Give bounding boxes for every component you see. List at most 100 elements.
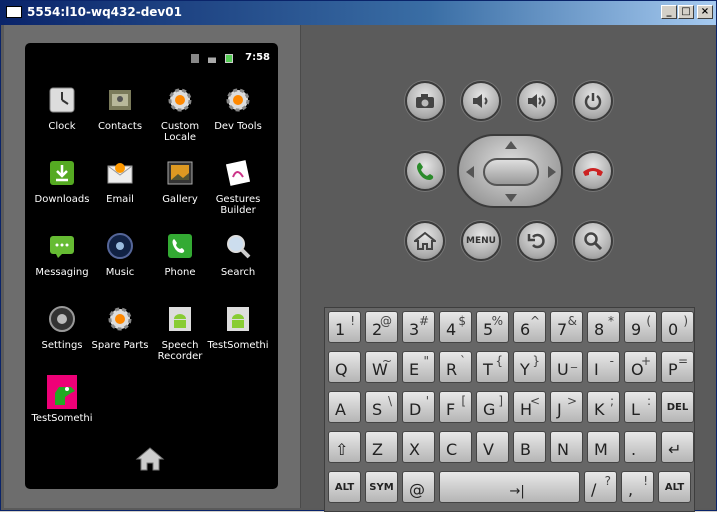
app-label: Music bbox=[105, 267, 135, 278]
key-a[interactable]: A bbox=[328, 391, 361, 423]
key-c[interactable]: C bbox=[439, 431, 472, 463]
app-speech-recorder[interactable]: Speech Recorder bbox=[151, 304, 209, 374]
key-j[interactable]: J > bbox=[550, 391, 583, 423]
app-gestures-builder[interactable]: Gestures Builder bbox=[209, 158, 267, 228]
key-label: V bbox=[483, 440, 494, 459]
app-label: Settings bbox=[41, 340, 83, 351]
search-button[interactable] bbox=[573, 221, 613, 261]
power-button[interactable] bbox=[573, 81, 613, 121]
dpad-right-icon[interactable] bbox=[548, 166, 556, 178]
key-n[interactable]: N bbox=[550, 431, 583, 463]
key-g[interactable]: G] bbox=[476, 391, 509, 423]
dpad-center-button[interactable] bbox=[483, 158, 539, 186]
clock-icon bbox=[47, 85, 77, 115]
volume-down-button[interactable] bbox=[461, 81, 501, 121]
key-sym38[interactable]: . bbox=[624, 431, 657, 463]
app-clock[interactable]: Clock bbox=[33, 85, 91, 155]
menu-button[interactable]: MENU bbox=[461, 221, 501, 261]
key-l[interactable]: L: bbox=[624, 391, 657, 423]
maximize-button[interactable]: □ bbox=[678, 5, 694, 19]
app-spare-parts[interactable]: Spare Parts bbox=[91, 304, 149, 374]
app-phone[interactable]: Phone bbox=[151, 231, 209, 301]
app-dev-tools[interactable]: Dev Tools bbox=[209, 85, 267, 155]
qwerty-keyboard: 1! 2 @3 #4 $5% 6 ^ 7 & 8 * 9(0) Q W ~ E " R ` T{Y} U _ I - O + P = A… bbox=[324, 307, 695, 512]
dpad-down-icon[interactable] bbox=[505, 194, 517, 202]
key-r[interactable]: R ` bbox=[439, 351, 472, 383]
key-sym[interactable]: SYM bbox=[365, 471, 398, 503]
key-5[interactable]: 5% bbox=[476, 311, 509, 343]
key-0[interactable]: 0) bbox=[661, 311, 694, 343]
app-messaging[interactable]: Messaging bbox=[33, 231, 91, 301]
key-o[interactable]: O + bbox=[624, 351, 657, 383]
key-sym45[interactable]: ,! bbox=[621, 471, 654, 503]
phone-icon bbox=[165, 231, 195, 261]
key-7[interactable]: 7 & bbox=[550, 311, 583, 343]
key-sym44[interactable]: /? bbox=[584, 471, 617, 503]
key-s[interactable]: S \ bbox=[365, 391, 398, 423]
key-label: / bbox=[591, 480, 597, 499]
key-9[interactable]: 9( bbox=[624, 311, 657, 343]
back-button[interactable] bbox=[517, 221, 557, 261]
key-label: , bbox=[628, 480, 634, 499]
key-z[interactable]: Z bbox=[365, 431, 398, 463]
key-u[interactable]: U _ bbox=[550, 351, 583, 383]
app-search[interactable]: Search bbox=[209, 231, 267, 301]
app-testsomethi[interactable]: TestSomethi bbox=[207, 304, 269, 374]
key-k[interactable]: K; bbox=[587, 391, 620, 423]
key-y[interactable]: Y} bbox=[513, 351, 546, 383]
key-label: 1 bbox=[335, 320, 346, 339]
app-settings[interactable]: Settings bbox=[33, 304, 91, 374]
key-del[interactable]: DEL bbox=[661, 391, 694, 423]
home-icon[interactable] bbox=[135, 446, 165, 472]
app-label: Gallery bbox=[162, 194, 198, 205]
key-e[interactable]: E " bbox=[402, 351, 435, 383]
key-3[interactable]: 3 # bbox=[402, 311, 435, 343]
key-w[interactable]: W ~ bbox=[365, 351, 398, 383]
key-alt-label: % bbox=[491, 314, 503, 328]
key-sym43[interactable]: →| bbox=[439, 471, 580, 503]
key-i[interactable]: I- bbox=[587, 351, 620, 383]
key-q[interactable]: Q bbox=[328, 351, 361, 383]
app-custom-locale[interactable]: Custom Locale bbox=[151, 85, 209, 155]
key-alt-label: < bbox=[529, 394, 540, 408]
app-label: Spare Parts bbox=[91, 340, 149, 351]
minimize-button[interactable]: _ bbox=[661, 5, 677, 19]
key-4[interactable]: 4 $ bbox=[439, 311, 472, 343]
volume-up-button[interactable] bbox=[517, 81, 557, 121]
app-music[interactable]: Music bbox=[91, 231, 149, 301]
key-b[interactable]: B bbox=[513, 431, 546, 463]
dpad-up-icon[interactable] bbox=[505, 141, 517, 149]
key-f[interactable]: F[ bbox=[439, 391, 472, 423]
key-sym39[interactable]: ↵ bbox=[661, 431, 694, 463]
dpad-left-icon[interactable] bbox=[466, 166, 474, 178]
key-h[interactable]: H < bbox=[513, 391, 546, 423]
camera-button[interactable] bbox=[405, 81, 445, 121]
call-button[interactable] bbox=[405, 151, 445, 191]
key-alt[interactable]: ALT bbox=[658, 471, 691, 503]
app-label: Clock bbox=[48, 121, 76, 132]
key-6[interactable]: 6 ^ bbox=[513, 311, 546, 343]
key-alt[interactable]: ALT bbox=[328, 471, 361, 503]
dpad[interactable] bbox=[457, 134, 563, 208]
key-m[interactable]: M bbox=[587, 431, 620, 463]
key-alt-label: ` bbox=[460, 354, 466, 368]
key-sym42[interactable]: @ bbox=[402, 471, 435, 503]
key-8[interactable]: 8 * bbox=[587, 311, 620, 343]
key-x[interactable]: X bbox=[402, 431, 435, 463]
app-gallery[interactable]: Gallery bbox=[151, 158, 209, 228]
app-testsomethi[interactable]: TestSomethi bbox=[31, 375, 93, 447]
end-call-button[interactable] bbox=[573, 151, 613, 191]
key-2[interactable]: 2 @ bbox=[365, 311, 398, 343]
key-d[interactable]: D ' bbox=[402, 391, 435, 423]
key-p[interactable]: P = bbox=[661, 351, 694, 383]
app-downloads[interactable]: Downloads bbox=[33, 158, 91, 228]
window-icon bbox=[6, 6, 22, 18]
close-button[interactable]: × bbox=[697, 5, 713, 19]
home-button[interactable] bbox=[405, 221, 445, 261]
key-sym30[interactable]: ⇧ bbox=[328, 431, 361, 463]
app-contacts[interactable]: Contacts bbox=[91, 85, 149, 155]
app-email[interactable]: Email bbox=[91, 158, 149, 228]
key-t[interactable]: T{ bbox=[476, 351, 509, 383]
key-1[interactable]: 1! bbox=[328, 311, 361, 343]
key-v[interactable]: V bbox=[476, 431, 509, 463]
